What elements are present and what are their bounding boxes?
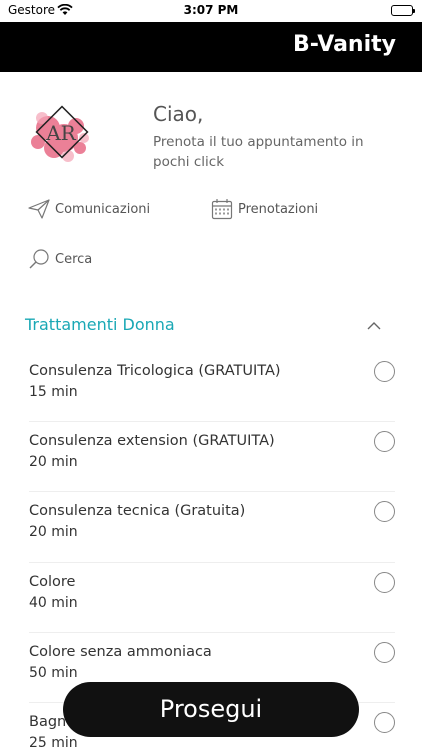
greeting: Ciao,	[153, 102, 204, 126]
service-name: Colore senza ammoniaca	[29, 643, 212, 660]
service-item[interactable]: Consulenza tecnica (Gratuita) 20 min	[29, 492, 395, 563]
profile-section: AR Ciao, Prenota il tuo appuntamento in …	[24, 98, 404, 178]
service-radio[interactable]	[374, 641, 395, 663]
service-duration: 25 min	[29, 734, 78, 750]
bookings-button[interactable]: Prenotazioni	[210, 197, 318, 221]
continue-button[interactable]: Prosegui	[63, 682, 359, 737]
salon-logo: AR	[24, 98, 98, 172]
service-item[interactable]: Colore 40 min	[29, 563, 395, 633]
brand-title: B-Vanity	[292, 32, 396, 57]
battery-icon	[391, 5, 415, 16]
service-radio[interactable]	[374, 501, 395, 523]
greeting-subtitle: Prenota il tuo appuntamento in pochi cli…	[153, 134, 364, 170]
service-radio[interactable]	[374, 571, 395, 593]
section-title[interactable]: Trattamenti Donna	[25, 315, 175, 334]
service-name: Colore	[29, 573, 76, 590]
search-icon	[27, 247, 51, 271]
service-name: Consulenza Tricologica (GRATUITA)	[29, 363, 281, 379]
service-radio[interactable]	[374, 361, 395, 382]
chevron-up-icon[interactable]	[365, 317, 383, 335]
service-name: Consulenza tecnica (Gratuita)	[29, 503, 246, 520]
paper-plane-icon	[27, 197, 51, 221]
search-label: Cerca	[55, 251, 93, 267]
service-radio[interactable]	[374, 711, 395, 733]
search-button[interactable]: Cerca	[27, 247, 92, 271]
logo-text: AR	[45, 121, 76, 145]
service-duration: 15 min	[29, 384, 78, 400]
service-item[interactable]: Consulenza Tricologica (GRATUITA) 15 min	[29, 352, 395, 423]
service-duration: 40 min	[29, 594, 78, 611]
communications-label: Comunicazioni	[55, 201, 151, 217]
service-duration: 20 min	[29, 524, 78, 541]
bookings-label: Prenotazioni	[238, 201, 319, 217]
service-duration: 50 min	[29, 664, 78, 681]
calendar-icon	[210, 197, 234, 221]
service-radio[interactable]	[374, 431, 395, 453]
communications-button[interactable]: Comunicazioni	[27, 197, 150, 221]
service-duration: 20 min	[29, 454, 78, 471]
app-header: B-Vanity	[0, 22, 422, 72]
service-name: Consulenza extension (GRATUITA)	[29, 433, 275, 450]
clock: 3:07 PM	[183, 3, 239, 17]
status-bar: Gestore 3:07 PM	[0, 0, 422, 22]
service-item[interactable]: Consulenza extension (GRATUITA) 20 min	[29, 422, 395, 493]
